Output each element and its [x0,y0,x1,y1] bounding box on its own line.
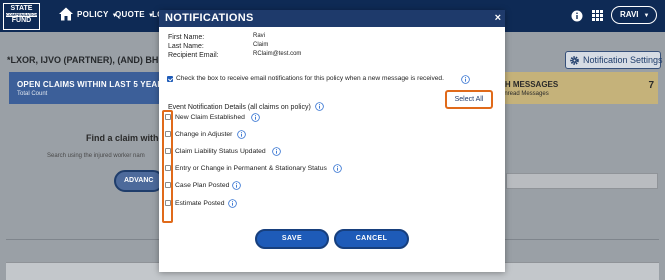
nav-policy-label: POLICY [77,10,109,19]
info-circle-icon[interactable] [251,113,260,122]
recipient-email-value: RClaim@test.com [253,51,302,57]
user-menu-button[interactable]: RAVI ▼ [611,6,657,24]
search-field[interactable] [506,173,658,189]
first-name-label: First Name: [168,34,205,41]
open-claims-card[interactable]: OPEN CLAIMS WITHIN LAST 5 YEARS Total Co… [9,72,169,104]
nav-quote-label: QUOTE [115,10,145,19]
modal-title: NOTIFICATIONS [165,12,254,24]
first-name-value: Ravi [253,33,266,39]
event-checkbox-case-plan[interactable] [165,182,171,188]
info-circle-icon[interactable] [461,75,470,84]
save-button[interactable]: SAVE [255,229,329,249]
recipient-email-label: Recipient Email: [168,52,219,59]
event-label-permanent-stationary: Entry or Change in Permanent & Stationar… [175,165,327,172]
event-checkbox-permanent-stationary[interactable] [165,165,171,171]
email-notification-label: Check the box to receive email notificat… [176,75,444,82]
event-checkbox-liability-status[interactable] [165,148,171,154]
info-circle-icon[interactable] [315,102,324,111]
messages-card[interactable]: TH MESSAGES Unread Messages 7 [500,72,658,104]
messages-title: TH MESSAGES [500,80,559,89]
logo-line-1: STATE [10,5,33,12]
event-section-label: Event Notification Details (all claims o… [168,104,311,111]
notification-settings-button[interactable]: Notification Settings [565,51,663,69]
gear-icon [570,56,579,65]
user-name: RAVI [620,10,639,19]
messages-subtitle: Unread Messages [500,91,549,97]
event-label-estimate: Estimate Posted [175,200,225,207]
info-circle-icon[interactable] [237,130,246,139]
event-label-new-claim: New Claim Established [175,114,245,121]
home-icon[interactable] [58,6,74,22]
event-checkbox-estimate[interactable] [165,200,171,206]
info-icon[interactable] [571,10,583,22]
event-label-case-plan: Case Plan Posted [175,182,230,189]
logo-line-3: FUND [11,17,32,24]
grid-icon[interactable] [592,10,603,21]
nav-quote[interactable]: QUOTE ▼ [115,10,154,19]
find-claim-heading: Find a claim withou [86,133,170,143]
notifications-modal: NOTIFICATIONS × First Name: Ravi Last Na… [159,10,505,272]
info-circle-icon[interactable] [232,181,241,190]
info-circle-icon[interactable] [333,164,342,173]
select-all-button[interactable]: Select All [445,90,493,109]
cancel-button[interactable]: CANCEL [334,229,409,249]
messages-count: 7 [648,80,654,91]
info-circle-icon[interactable] [272,147,281,156]
open-claims-subtitle: Total Count [17,91,48,97]
event-checkbox-change-adjuster[interactable] [165,131,171,137]
logo[interactable]: STATE COMPENSATION INSURANCE FUND [3,3,40,30]
last-name-value: Claim [253,42,269,48]
event-label-change-adjuster: Change in Adjuster [175,131,233,138]
open-claims-title: OPEN CLAIMS WITHIN LAST 5 YEARS [17,80,169,89]
advanced-search-button[interactable]: ADVANC [114,170,164,192]
event-label-liability-status: Claim Liability Status Updated [175,148,266,155]
modal-header: NOTIFICATIONS × [159,10,505,27]
search-hint: Search using the injured worker nam [47,153,145,159]
email-notification-checkbox[interactable] [167,76,173,82]
nav-policy[interactable]: POLICY ▼ [77,10,118,19]
last-name-label: Last Name: [168,43,204,50]
chevron-down-icon: ▼ [643,13,650,19]
event-checkbox-new-claim[interactable] [165,114,171,120]
notification-settings-label: Notification Settings [583,55,663,65]
close-icon[interactable]: × [495,12,501,25]
info-circle-icon[interactable] [228,199,237,208]
